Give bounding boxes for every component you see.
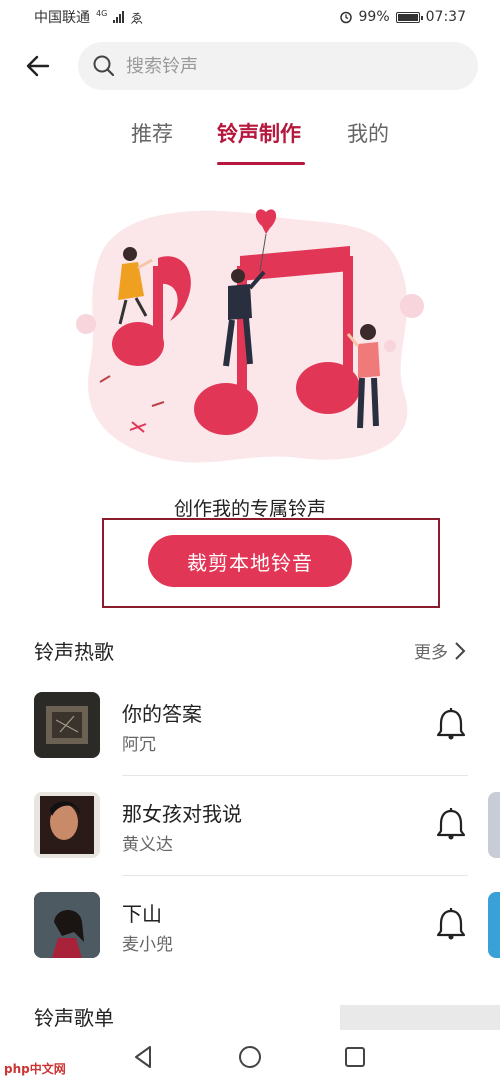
hero-dot	[400, 294, 424, 318]
album-cover	[34, 892, 100, 958]
more-link[interactable]: 更多	[414, 638, 466, 663]
hero-caption: 创作我的专属铃声	[173, 498, 326, 520]
tab-ringtone-making[interactable]: 铃声制作	[217, 118, 301, 148]
song-artist: 阿冗	[122, 735, 156, 755]
search-bar[interactable]	[78, 42, 478, 90]
hero-dot	[76, 314, 96, 334]
song-title: 你的答案	[122, 702, 202, 726]
back-button[interactable]	[18, 46, 58, 86]
alarm-icon	[339, 11, 352, 24]
navigation-bar	[0, 1030, 500, 1083]
song-list: 你的答案 阿冗 那女孩对我说 黄义达 下山 麦小兜	[0, 676, 500, 976]
search-input[interactable]	[126, 55, 426, 77]
note-head-right	[296, 362, 360, 414]
bell-icon[interactable]	[432, 706, 470, 744]
header	[0, 40, 500, 92]
battery-icon	[395, 11, 423, 23]
nav-recents-icon[interactable]	[340, 1042, 370, 1072]
bell-icon[interactable]	[432, 806, 470, 844]
nav-home-icon[interactable]	[235, 1042, 265, 1072]
status-right: 99% 07:37	[339, 9, 466, 25]
hot-section-header: 铃声热歌 更多	[34, 636, 466, 665]
chevron-right-icon	[455, 641, 466, 660]
clock-time: 07:37	[425, 9, 466, 25]
section-title: 铃声热歌	[34, 640, 114, 664]
tab-bar: 推荐 铃声制作 我的	[0, 118, 500, 170]
status-bar: 中国联通 4G ゑ 99% 07:37	[0, 0, 500, 34]
network-type: 4G	[96, 8, 108, 18]
song-artist: 麦小兜	[122, 935, 173, 955]
more-label: 更多	[414, 643, 448, 663]
list-item[interactable]: 你的答案 阿冗	[0, 676, 500, 776]
list-item[interactable]: 下山 麦小兜	[0, 876, 500, 976]
list-item[interactable]: 那女孩对我说 黄义达	[0, 776, 500, 876]
song-title: 那女孩对我说	[122, 802, 242, 826]
bell-icon[interactable]	[432, 906, 470, 944]
nfc-icon: ゑ	[130, 11, 144, 27]
album-cover	[34, 692, 100, 758]
battery-percent: 99%	[358, 9, 390, 25]
section-title: 铃声歌单	[34, 1006, 114, 1030]
hero-dot	[384, 340, 396, 352]
watermark-logo: php中文网	[4, 1062, 66, 1076]
search-icon	[93, 55, 115, 77]
trim-local-ringtone-button[interactable]: 裁剪本地铃音	[148, 535, 352, 587]
nav-back-icon[interactable]	[128, 1042, 158, 1072]
tab-recommend[interactable]: 推荐	[131, 118, 173, 148]
song-title: 下山	[122, 902, 162, 926]
hero-illustration	[76, 209, 424, 463]
song-artist: 黄义达	[122, 835, 173, 855]
carrier-name: 中国联通	[34, 10, 90, 26]
signal-icon	[113, 11, 125, 23]
note-head-mid	[194, 383, 258, 435]
note-head-left	[112, 322, 164, 366]
album-cover	[34, 792, 100, 858]
tab-active-indicator	[217, 162, 305, 165]
album-cover	[488, 892, 500, 958]
status-left: 中国联通 4G ゑ	[34, 7, 143, 27]
tab-mine[interactable]: 我的	[347, 118, 389, 148]
arrow-left-icon	[26, 55, 50, 77]
album-cover	[488, 792, 500, 858]
